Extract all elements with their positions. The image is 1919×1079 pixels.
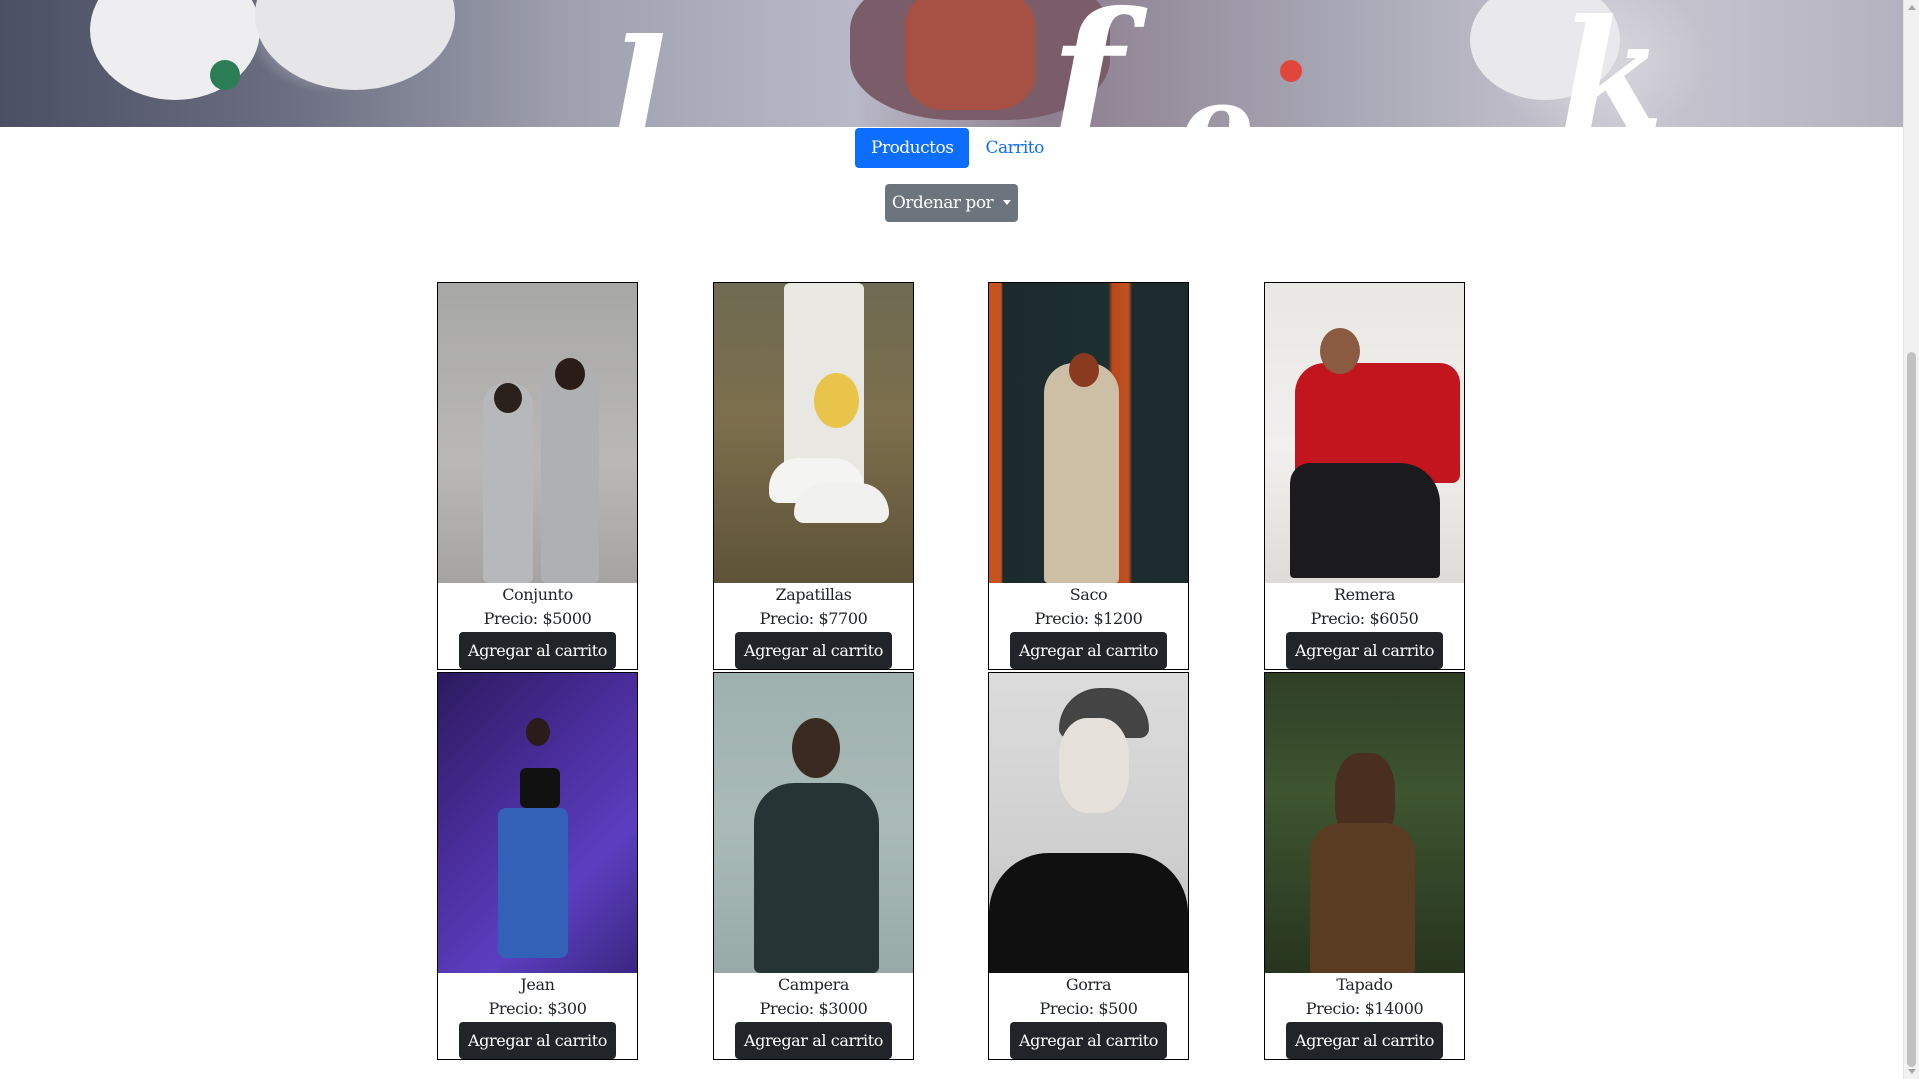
product-image [1265,283,1464,583]
add-to-cart-button[interactable]: Agregar al carrito [459,632,616,669]
product-price: Precio: $6050 [1310,609,1419,628]
banner-bead-shape [210,60,240,90]
product-grid: Conjunto Precio: $5000 Agregar al carrit… [437,282,1467,1062]
scrollbar-thumb[interactable] [1907,352,1916,1067]
product-image [1265,673,1464,973]
banner-script-letter: o [1180,60,1254,128]
product-image [989,283,1188,583]
banner-bead-shape [1280,60,1302,82]
product-name: Gorra [1065,975,1112,994]
page-scrollbar[interactable] [1903,0,1919,1079]
product-price: Precio: $14000 [1305,999,1424,1018]
product-name: Remera [1334,585,1395,604]
caret-down-icon [1003,199,1012,205]
scroll-up-arrow-icon[interactable] [1908,5,1916,10]
tab-carrito[interactable]: Carrito [969,128,1059,168]
product-name: Conjunto [502,585,573,604]
product-card: Saco Precio: $1200 Agregar al carrito [988,282,1189,670]
banner-script-letter: f [1050,0,1124,127]
product-price: Precio: $5000 [483,609,592,628]
banner-script-letter: l [610,7,667,127]
sort-dropdown-button[interactable]: Ordenar por [885,184,1018,222]
product-image [714,283,913,583]
add-to-cart-button[interactable]: Agregar al carrito [1286,632,1443,669]
product-image [714,673,913,973]
add-to-cart-button[interactable]: Agregar al carrito [459,1022,616,1059]
sort-dropdown-label: Ordenar por [891,193,994,213]
product-card: Jean Precio: $300 Agregar al carrito [437,672,638,1060]
scroll-down-arrow-icon[interactable] [1908,1069,1916,1074]
banner-vase-shape [255,0,455,90]
add-to-cart-button[interactable]: Agregar al carrito [1286,1022,1443,1059]
product-price: Precio: $300 [488,999,587,1018]
product-card: Conjunto Precio: $5000 Agregar al carrit… [437,282,638,670]
tab-productos[interactable]: Productos [855,128,970,168]
product-card: Campera Precio: $3000 Agregar al carrito [713,672,914,1060]
product-image [438,283,637,583]
product-name: Zapatillas [775,585,852,604]
product-card: Zapatillas Precio: $7700 Agregar al carr… [713,282,914,670]
add-to-cart-button[interactable]: Agregar al carrito [735,1022,892,1059]
product-image [438,673,637,973]
hero-banner-image: l f o k [0,0,1903,127]
product-price: Precio: $7700 [759,609,868,628]
add-to-cart-button[interactable]: Agregar al carrito [1010,1022,1167,1059]
tab-carrito-label: Carrito [985,138,1044,158]
add-to-cart-button[interactable]: Agregar al carrito [1010,632,1167,669]
product-name: Jean [520,975,555,994]
product-card: Tapado Precio: $14000 Agregar al carrito [1264,672,1465,1060]
banner-script-letter: k [1560,0,1664,127]
add-to-cart-button[interactable]: Agregar al carrito [735,632,892,669]
product-name: Saco [1069,585,1108,604]
product-price: Precio: $1200 [1034,609,1143,628]
product-name: Tapado [1336,975,1393,994]
product-price: Precio: $3000 [759,999,868,1018]
product-card: Gorra Precio: $500 Agregar al carrito [988,672,1189,1060]
product-image [989,673,1188,973]
tab-productos-label: Productos [871,138,954,158]
product-card: Remera Precio: $6050 Agregar al carrito [1264,282,1465,670]
main-nav: Productos Carrito [855,128,1060,168]
product-price: Precio: $500 [1039,999,1138,1018]
banner-textile-shape [905,0,1035,110]
product-name: Campera [777,975,850,994]
